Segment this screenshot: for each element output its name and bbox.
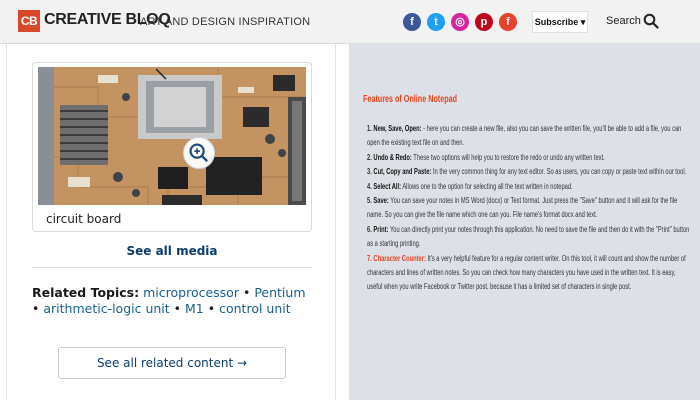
- feature-heading: Character Counter:: [373, 253, 426, 263]
- feature-text: These two options will help you to resto…: [413, 152, 605, 162]
- feature-number: 1.: [367, 124, 372, 133]
- features-list: 1. New, Save, Open: - here you can creat…: [367, 122, 691, 295]
- features-title: Features of Online Notepad: [363, 94, 458, 105]
- flipboard-icon[interactable]: f: [499, 13, 517, 31]
- twitter-icon[interactable]: t: [427, 13, 445, 31]
- facebook-icon[interactable]: f: [403, 13, 421, 31]
- feature-heading: Save:: [373, 196, 389, 206]
- feature-number: 3.: [367, 167, 372, 177]
- feature-item: 3. Cut, Copy and Paste: In the very comm…: [367, 165, 691, 179]
- feature-item: 7. Character Counter: It's a very helpfu…: [367, 252, 691, 295]
- logo-mark[interactable]: CB: [18, 10, 40, 32]
- media-card[interactable]: circuit board: [32, 62, 312, 232]
- page: CB CREATIVE BLOQ ART AND DESIGN INSPIRAT…: [0, 0, 700, 400]
- zoom-button[interactable]: [183, 137, 215, 169]
- separator: •: [207, 301, 220, 316]
- site-tagline: ART AND DESIGN INSPIRATION: [140, 16, 311, 28]
- divider: [32, 267, 312, 268]
- feature-heading: Undo & Redo:: [373, 152, 412, 162]
- related-link-alu[interactable]: arithmetic-logic unit: [43, 301, 169, 316]
- feature-item: 5. Save: You can save your notes in MS W…: [367, 194, 691, 223]
- separator: •: [242, 285, 255, 300]
- separator: •: [173, 301, 186, 316]
- site-header: CB CREATIVE BLOQ ART AND DESIGN INSPIRAT…: [0, 0, 700, 44]
- feature-number: 5.: [367, 196, 372, 206]
- feature-number: 6.: [367, 224, 372, 234]
- search-icon[interactable]: [643, 13, 659, 29]
- related-topics-label: Related Topics:: [32, 285, 140, 300]
- feature-number: 2.: [367, 152, 372, 162]
- see-all-related-button[interactable]: See all related content →: [58, 347, 286, 379]
- feature-text: Allows one to the option for selecting a…: [402, 181, 573, 191]
- search-label[interactable]: Search: [606, 15, 641, 27]
- related-topics: Related Topics: microprocessor • Pentium…: [32, 285, 316, 317]
- zoom-in-icon: [189, 143, 208, 162]
- feature-item: 2. Undo & Redo: These two options will h…: [367, 151, 691, 165]
- feature-number: 7.: [367, 253, 372, 263]
- feature-item: 4. Select All: Allows one to the option …: [367, 180, 691, 194]
- feature-heading: Cut, Copy and Paste:: [373, 167, 432, 177]
- separator: •: [32, 301, 44, 316]
- subscribe-button[interactable]: Subscribe ▾: [532, 11, 588, 33]
- feature-heading: New, Save, Open:: [373, 124, 422, 133]
- feature-heading: Select All:: [373, 181, 402, 191]
- related-link-m1[interactable]: M1: [185, 301, 204, 316]
- feature-number: 4.: [367, 181, 372, 191]
- related-link-microprocessor[interactable]: microprocessor: [143, 285, 239, 300]
- feature-text: In the very common thing for any text ed…: [432, 167, 687, 177]
- feature-text: You can directly print your notes throug…: [367, 224, 690, 249]
- see-all-media-link[interactable]: See all media: [7, 244, 337, 258]
- feature-item: 6. Print: You can directly print your no…: [367, 223, 691, 252]
- related-link-pentium[interactable]: Pentium: [254, 285, 305, 300]
- feature-heading: Print:: [373, 224, 389, 234]
- notepad-features-panel: Features of Online Notepad 1. New, Save,…: [349, 44, 700, 400]
- related-link-control-unit[interactable]: control unit: [219, 301, 291, 316]
- article-sidebar-panel: circuit board See all media Related Topi…: [6, 44, 336, 400]
- pinterest-icon[interactable]: p: [475, 13, 493, 31]
- media-caption: circuit board: [46, 212, 122, 226]
- feature-item: 1. New, Save, Open: - here you can creat…: [367, 122, 691, 151]
- instagram-icon[interactable]: ◎: [451, 13, 469, 31]
- feature-text: You can save your notes in MS Word (docx…: [367, 196, 678, 220]
- circuit-board-image[interactable]: [38, 67, 306, 205]
